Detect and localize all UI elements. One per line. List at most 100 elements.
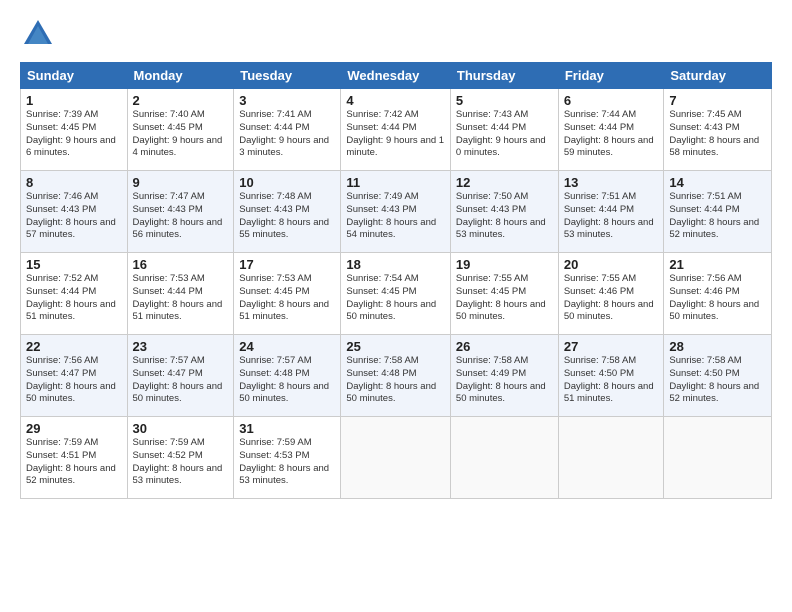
calendar-cell: 22 Sunrise: 7:56 AMSunset: 4:47 PMDaylig… bbox=[21, 335, 128, 417]
day-number: 30 bbox=[133, 421, 229, 436]
calendar-cell bbox=[341, 417, 451, 499]
calendar-cell: 23 Sunrise: 7:57 AMSunset: 4:47 PMDaylig… bbox=[127, 335, 234, 417]
day-number: 5 bbox=[456, 93, 553, 108]
calendar-week-row: 15 Sunrise: 7:52 AMSunset: 4:44 PMDaylig… bbox=[21, 253, 772, 335]
day-number: 7 bbox=[669, 93, 766, 108]
calendar-table: SundayMondayTuesdayWednesdayThursdayFrid… bbox=[20, 62, 772, 499]
calendar-cell: 17 Sunrise: 7:53 AMSunset: 4:45 PMDaylig… bbox=[234, 253, 341, 335]
day-detail: Sunrise: 7:56 AMSunset: 4:46 PMDaylight:… bbox=[669, 273, 759, 322]
day-detail: Sunrise: 7:58 AMSunset: 4:50 PMDaylight:… bbox=[564, 355, 654, 404]
calendar-cell: 1 Sunrise: 7:39 AMSunset: 4:45 PMDayligh… bbox=[21, 89, 128, 171]
calendar-cell: 26 Sunrise: 7:58 AMSunset: 4:49 PMDaylig… bbox=[450, 335, 558, 417]
day-detail: Sunrise: 7:53 AMSunset: 4:45 PMDaylight:… bbox=[239, 273, 329, 322]
day-detail: Sunrise: 7:50 AMSunset: 4:43 PMDaylight:… bbox=[456, 191, 546, 240]
calendar-cell: 8 Sunrise: 7:46 AMSunset: 4:43 PMDayligh… bbox=[21, 171, 128, 253]
calendar-cell: 10 Sunrise: 7:48 AMSunset: 4:43 PMDaylig… bbox=[234, 171, 341, 253]
calendar-header-monday: Monday bbox=[127, 63, 234, 89]
header bbox=[20, 16, 772, 52]
day-detail: Sunrise: 7:41 AMSunset: 4:44 PMDaylight:… bbox=[239, 109, 329, 158]
day-number: 27 bbox=[564, 339, 659, 354]
day-number: 9 bbox=[133, 175, 229, 190]
day-number: 1 bbox=[26, 93, 122, 108]
calendar-cell: 2 Sunrise: 7:40 AMSunset: 4:45 PMDayligh… bbox=[127, 89, 234, 171]
calendar-cell: 29 Sunrise: 7:59 AMSunset: 4:51 PMDaylig… bbox=[21, 417, 128, 499]
calendar-header-tuesday: Tuesday bbox=[234, 63, 341, 89]
day-number: 4 bbox=[346, 93, 445, 108]
day-number: 28 bbox=[669, 339, 766, 354]
calendar-cell: 9 Sunrise: 7:47 AMSunset: 4:43 PMDayligh… bbox=[127, 171, 234, 253]
calendar-header-wednesday: Wednesday bbox=[341, 63, 451, 89]
day-number: 20 bbox=[564, 257, 659, 272]
calendar-cell: 16 Sunrise: 7:53 AMSunset: 4:44 PMDaylig… bbox=[127, 253, 234, 335]
calendar-cell: 18 Sunrise: 7:54 AMSunset: 4:45 PMDaylig… bbox=[341, 253, 451, 335]
calendar-cell: 31 Sunrise: 7:59 AMSunset: 4:53 PMDaylig… bbox=[234, 417, 341, 499]
calendar-week-row: 1 Sunrise: 7:39 AMSunset: 4:45 PMDayligh… bbox=[21, 89, 772, 171]
calendar-cell: 11 Sunrise: 7:49 AMSunset: 4:43 PMDaylig… bbox=[341, 171, 451, 253]
day-number: 29 bbox=[26, 421, 122, 436]
day-detail: Sunrise: 7:51 AMSunset: 4:44 PMDaylight:… bbox=[669, 191, 759, 240]
calendar-cell: 25 Sunrise: 7:58 AMSunset: 4:48 PMDaylig… bbox=[341, 335, 451, 417]
calendar-cell: 19 Sunrise: 7:55 AMSunset: 4:45 PMDaylig… bbox=[450, 253, 558, 335]
calendar-header-sunday: Sunday bbox=[21, 63, 128, 89]
day-detail: Sunrise: 7:44 AMSunset: 4:44 PMDaylight:… bbox=[564, 109, 654, 158]
day-detail: Sunrise: 7:43 AMSunset: 4:44 PMDaylight:… bbox=[456, 109, 546, 158]
day-number: 3 bbox=[239, 93, 335, 108]
day-number: 17 bbox=[239, 257, 335, 272]
day-detail: Sunrise: 7:39 AMSunset: 4:45 PMDaylight:… bbox=[26, 109, 116, 158]
day-number: 16 bbox=[133, 257, 229, 272]
day-detail: Sunrise: 7:40 AMSunset: 4:45 PMDaylight:… bbox=[133, 109, 223, 158]
calendar-header-friday: Friday bbox=[558, 63, 664, 89]
calendar-cell: 20 Sunrise: 7:55 AMSunset: 4:46 PMDaylig… bbox=[558, 253, 664, 335]
day-detail: Sunrise: 7:59 AMSunset: 4:53 PMDaylight:… bbox=[239, 437, 329, 486]
calendar-cell: 6 Sunrise: 7:44 AMSunset: 4:44 PMDayligh… bbox=[558, 89, 664, 171]
day-number: 31 bbox=[239, 421, 335, 436]
calendar-week-row: 8 Sunrise: 7:46 AMSunset: 4:43 PMDayligh… bbox=[21, 171, 772, 253]
calendar-header-row: SundayMondayTuesdayWednesdayThursdayFrid… bbox=[21, 63, 772, 89]
day-number: 10 bbox=[239, 175, 335, 190]
calendar-cell: 28 Sunrise: 7:58 AMSunset: 4:50 PMDaylig… bbox=[664, 335, 772, 417]
day-detail: Sunrise: 7:57 AMSunset: 4:47 PMDaylight:… bbox=[133, 355, 223, 404]
day-detail: Sunrise: 7:58 AMSunset: 4:50 PMDaylight:… bbox=[669, 355, 759, 404]
day-number: 26 bbox=[456, 339, 553, 354]
day-detail: Sunrise: 7:53 AMSunset: 4:44 PMDaylight:… bbox=[133, 273, 223, 322]
day-number: 11 bbox=[346, 175, 445, 190]
calendar-cell: 27 Sunrise: 7:58 AMSunset: 4:50 PMDaylig… bbox=[558, 335, 664, 417]
calendar-cell: 30 Sunrise: 7:59 AMSunset: 4:52 PMDaylig… bbox=[127, 417, 234, 499]
logo-icon bbox=[20, 16, 56, 52]
day-number: 8 bbox=[26, 175, 122, 190]
day-number: 25 bbox=[346, 339, 445, 354]
day-number: 14 bbox=[669, 175, 766, 190]
day-number: 24 bbox=[239, 339, 335, 354]
day-detail: Sunrise: 7:55 AMSunset: 4:46 PMDaylight:… bbox=[564, 273, 654, 322]
calendar-cell bbox=[558, 417, 664, 499]
calendar-cell: 21 Sunrise: 7:56 AMSunset: 4:46 PMDaylig… bbox=[664, 253, 772, 335]
day-number: 6 bbox=[564, 93, 659, 108]
day-detail: Sunrise: 7:45 AMSunset: 4:43 PMDaylight:… bbox=[669, 109, 759, 158]
day-detail: Sunrise: 7:46 AMSunset: 4:43 PMDaylight:… bbox=[26, 191, 116, 240]
day-detail: Sunrise: 7:58 AMSunset: 4:48 PMDaylight:… bbox=[346, 355, 436, 404]
calendar-cell: 12 Sunrise: 7:50 AMSunset: 4:43 PMDaylig… bbox=[450, 171, 558, 253]
day-number: 19 bbox=[456, 257, 553, 272]
calendar-week-row: 29 Sunrise: 7:59 AMSunset: 4:51 PMDaylig… bbox=[21, 417, 772, 499]
calendar-cell: 15 Sunrise: 7:52 AMSunset: 4:44 PMDaylig… bbox=[21, 253, 128, 335]
day-number: 2 bbox=[133, 93, 229, 108]
calendar-cell: 5 Sunrise: 7:43 AMSunset: 4:44 PMDayligh… bbox=[450, 89, 558, 171]
day-detail: Sunrise: 7:59 AMSunset: 4:51 PMDaylight:… bbox=[26, 437, 116, 486]
calendar-header-thursday: Thursday bbox=[450, 63, 558, 89]
day-detail: Sunrise: 7:48 AMSunset: 4:43 PMDaylight:… bbox=[239, 191, 329, 240]
calendar-cell: 4 Sunrise: 7:42 AMSunset: 4:44 PMDayligh… bbox=[341, 89, 451, 171]
day-detail: Sunrise: 7:47 AMSunset: 4:43 PMDaylight:… bbox=[133, 191, 223, 240]
day-detail: Sunrise: 7:59 AMSunset: 4:52 PMDaylight:… bbox=[133, 437, 223, 486]
day-detail: Sunrise: 7:54 AMSunset: 4:45 PMDaylight:… bbox=[346, 273, 436, 322]
day-detail: Sunrise: 7:55 AMSunset: 4:45 PMDaylight:… bbox=[456, 273, 546, 322]
calendar-cell: 24 Sunrise: 7:57 AMSunset: 4:48 PMDaylig… bbox=[234, 335, 341, 417]
day-detail: Sunrise: 7:57 AMSunset: 4:48 PMDaylight:… bbox=[239, 355, 329, 404]
day-number: 21 bbox=[669, 257, 766, 272]
day-number: 13 bbox=[564, 175, 659, 190]
calendar-header-saturday: Saturday bbox=[664, 63, 772, 89]
day-detail: Sunrise: 7:51 AMSunset: 4:44 PMDaylight:… bbox=[564, 191, 654, 240]
calendar-cell: 13 Sunrise: 7:51 AMSunset: 4:44 PMDaylig… bbox=[558, 171, 664, 253]
day-number: 12 bbox=[456, 175, 553, 190]
day-detail: Sunrise: 7:42 AMSunset: 4:44 PMDaylight:… bbox=[346, 109, 444, 158]
calendar-cell: 14 Sunrise: 7:51 AMSunset: 4:44 PMDaylig… bbox=[664, 171, 772, 253]
